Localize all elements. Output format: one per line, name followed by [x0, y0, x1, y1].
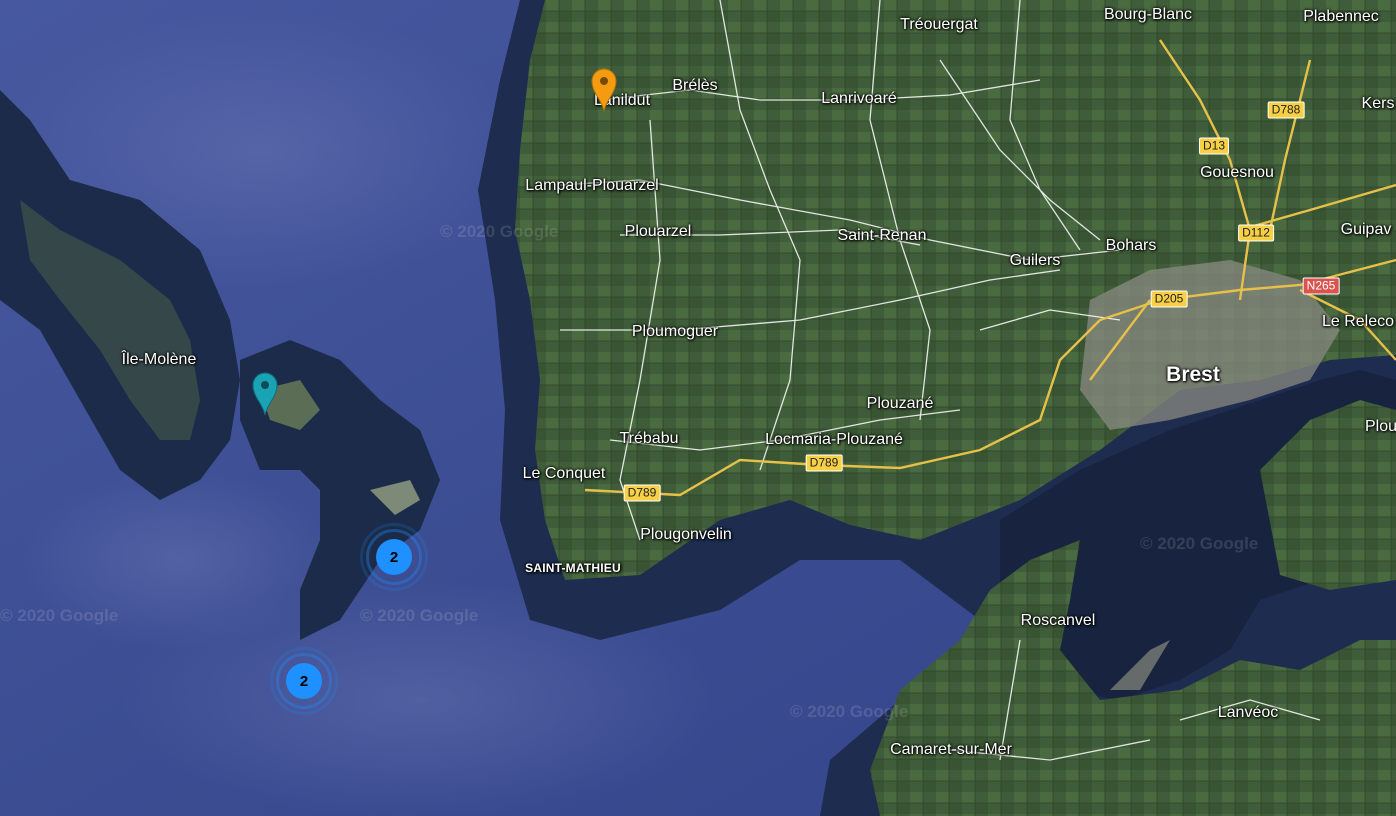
place-label-trebabu: Trébabu [619, 430, 679, 447]
map-marker-orange-pin[interactable] [589, 66, 619, 112]
road-shield-d789: D789 [805, 454, 843, 472]
road-shield-d789: D789 [623, 484, 661, 502]
place-label-treouergat: Tréouergat [900, 16, 978, 33]
marker-cluster[interactable]: 2 [269, 646, 339, 716]
copyright-watermark: © 2020 Google [360, 606, 479, 625]
place-label-brest: Brest [1166, 363, 1220, 386]
map-marker-teal-pin[interactable] [250, 370, 280, 416]
road-shield-d13: D13 [1198, 137, 1230, 155]
place-label-breles: Brélès [672, 77, 718, 94]
place-label-bohars: Bohars [1105, 237, 1157, 254]
place-label-guipav: Guipav [1340, 221, 1392, 238]
road-shield-d788: D788 [1267, 101, 1305, 119]
place-label-plou: Plou [1364, 418, 1396, 435]
place-label-gouesnou: Gouesnou [1200, 164, 1274, 181]
cluster-count: 2 [286, 663, 322, 699]
road-shield-n265: N265 [1302, 277, 1340, 295]
map-pin-icon [252, 372, 278, 416]
satellite-imagery [0, 0, 1396, 816]
map-pin-icon [591, 68, 617, 112]
place-label-ile-molene: Île-Molène [121, 351, 197, 368]
place-label-guilers: Guilers [1009, 252, 1061, 269]
place-label-le-releco: Le Releco [1321, 313, 1395, 330]
copyright-watermark: © 2020 Google [0, 606, 119, 625]
place-label-plouzane: Plouzané [866, 395, 934, 412]
road-shield-d112: D112 [1238, 224, 1274, 242]
copyright-watermark: © 2020 Google [1140, 534, 1259, 553]
place-label-plouarzel: Plouarzel [624, 223, 692, 240]
map-view[interactable]: © 2020 Google © 2020 Google © 2020 Googl… [0, 0, 1396, 816]
place-label-saint-mathieu: SAINT-MATHIEU [525, 561, 621, 575]
road-shield-d205: D205 [1150, 290, 1188, 308]
place-label-lanrivoare: Lanrivoaré [821, 90, 897, 107]
cluster-count: 2 [376, 539, 412, 575]
copyright-watermark: © 2020 Google [440, 222, 559, 241]
place-label-camaret-sur-mer: Camaret-sur-Mer [890, 741, 1012, 758]
place-label-plabennec: Plabennec [1303, 8, 1379, 25]
place-label-kers: Kers [1361, 95, 1395, 112]
copyright-watermark: © 2020 Google [790, 702, 909, 721]
place-label-le-conquet: Le Conquet [522, 465, 606, 482]
place-label-saint-renan: Saint-Renan [837, 227, 927, 244]
place-label-lanveoc: Lanvéoc [1217, 704, 1279, 721]
place-label-ploumoguer: Ploumoguer [631, 323, 719, 340]
place-label-lampaul-plouarzel: Lampaul-Plouarzel [525, 177, 659, 194]
place-label-roscanvel: Roscanvel [1020, 612, 1096, 629]
place-label-plougonvelin: Plougonvelin [640, 526, 732, 543]
marker-cluster[interactable]: 2 [359, 522, 429, 592]
place-label-bourg-blanc: Bourg-Blanc [1103, 6, 1193, 23]
place-label-locmaria-plouzane: Locmaria-Plouzané [765, 431, 903, 448]
